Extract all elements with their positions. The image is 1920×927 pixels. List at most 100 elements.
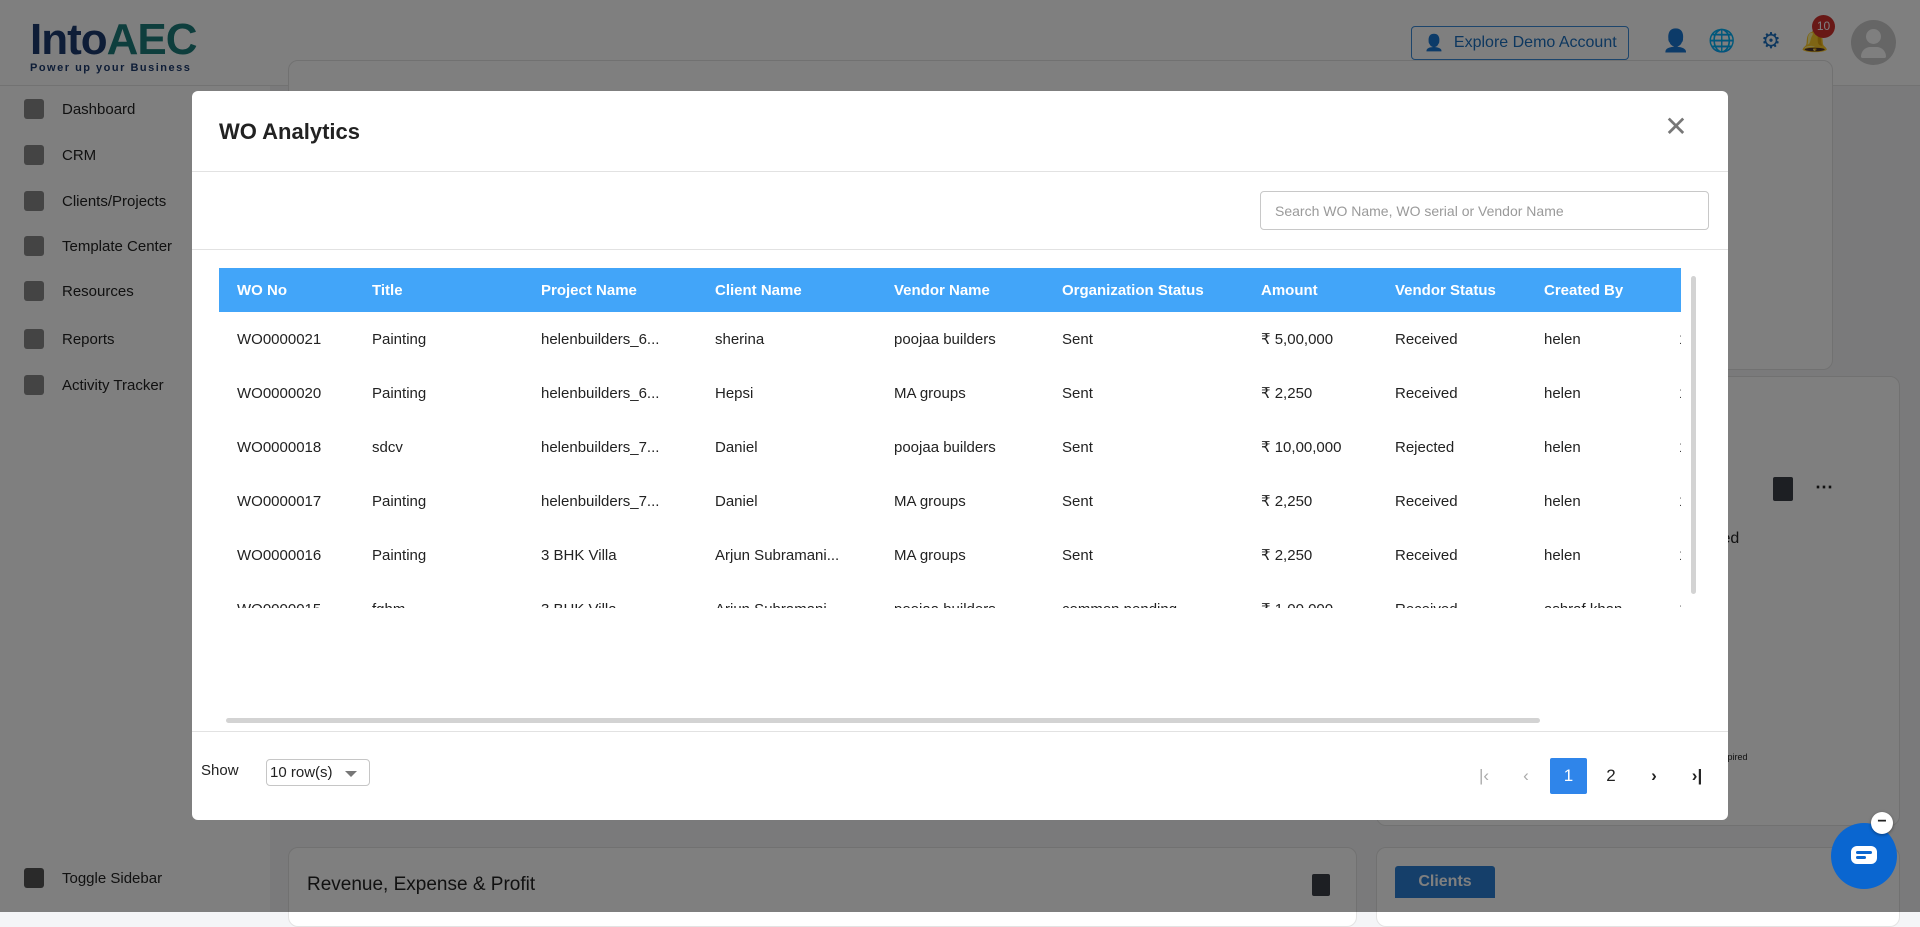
- column-header[interactable]: Client Name: [697, 268, 876, 312]
- table-cell: Arjun Subramani...: [697, 582, 876, 609]
- table-cell: Received: [1395, 330, 1458, 348]
- table-cell: ₹ 2,250: [1261, 385, 1313, 402]
- table-cell: poojaa builders: [894, 330, 996, 348]
- page-1-button[interactable]: 1: [1550, 758, 1587, 794]
- table-cell: helenbuilders_7...: [541, 492, 660, 510]
- search-input[interactable]: [1260, 191, 1709, 230]
- table-cell: helenbuilders_6...: [541, 384, 660, 402]
- table-header-row: WO No Title Project Name Client Name Vendor …: [219, 268, 1681, 312]
- table-cell: Sent: [1062, 492, 1093, 510]
- rows-per-page-value: 10 row(s): [270, 764, 333, 781]
- table-cell: Painting: [372, 492, 427, 510]
- table-cell: poojaa builders: [876, 582, 1044, 609]
- table-cell: Received: [1395, 492, 1458, 510]
- column-header[interactable]: Created By: [1526, 268, 1661, 312]
- table-cell: Rejected: [1395, 438, 1455, 456]
- table-cell: helen: [1544, 438, 1581, 456]
- table-cell: WO0000018: [237, 438, 322, 456]
- table-cell: Hepsi: [715, 384, 754, 402]
- table-cell: 3 BHK Villa: [541, 546, 617, 564]
- table-row[interactable]: WO0000018 sdcv helenbuilders_7... Daniel poo…: [219, 420, 1681, 474]
- caret-down-icon: [345, 771, 357, 777]
- column-header[interactable]: Organization Status: [1044, 268, 1243, 312]
- column-header[interactable]: Vendor Status: [1377, 268, 1526, 312]
- table-cell: Painting: [372, 330, 427, 348]
- table-cell: ₹ 2,250: [1261, 493, 1313, 510]
- column-header[interactable]: Amount: [1243, 268, 1377, 312]
- chat-icon: [1851, 846, 1877, 864]
- column-header[interactable]: WO No: [219, 268, 354, 312]
- divider: [192, 731, 1728, 732]
- chat-widget-button[interactable]: [1831, 823, 1897, 889]
- table-cell: sherina: [715, 330, 765, 348]
- table-cell: helen: [1544, 546, 1581, 564]
- table-cell: MA groups: [894, 546, 966, 564]
- table-row[interactable]: WO0000015fghm3 BHK VillaArjun Subramani.…: [219, 582, 1681, 609]
- table-cell: WO0000017: [237, 492, 322, 510]
- table-cell: WO0000015: [219, 582, 354, 609]
- table-cell: helenbuilders_6...: [541, 330, 660, 348]
- table-row[interactable]: WO0000016 Painting 3 BHK Villa Arjun Subram…: [219, 528, 1681, 582]
- divider: [192, 171, 1728, 172]
- table-cell: Sent: [1062, 384, 1093, 402]
- table-cell: 3 BHK Villa: [523, 582, 697, 609]
- table-cell: 1: [1661, 366, 1681, 420]
- table-cell: Received: [1395, 384, 1458, 402]
- table-cell: ₹ 1,00,000: [1243, 582, 1377, 608]
- divider: [192, 249, 1728, 250]
- last-page-button[interactable]: ›|: [1679, 758, 1715, 794]
- table-cell: Painting: [372, 384, 427, 402]
- table-cell: ashraf khan: [1526, 582, 1661, 609]
- column-header[interactable]: Title: [354, 268, 523, 312]
- wo-table: WO No Title Project Name Client Name Vendor …: [219, 268, 1681, 608]
- table-row[interactable]: WO0000017 Painting helenbuilders_7... Danie…: [219, 474, 1681, 528]
- table-cell: helen: [1544, 492, 1581, 510]
- close-icon[interactable]: ✕: [1662, 113, 1690, 141]
- wo-analytics-modal: WO Analytics ✕ WO NoTitleProject NameCli…: [192, 91, 1728, 820]
- column-header[interactable]: Project Name: [523, 268, 697, 312]
- table-cell: helen: [1544, 384, 1581, 402]
- table-cell: Arjun Subramani...: [715, 546, 840, 564]
- table-cell: common.pending_...: [1044, 582, 1243, 609]
- rows-per-page-select[interactable]: 10 row(s): [266, 759, 370, 786]
- next-page-button[interactable]: ›: [1636, 758, 1672, 794]
- table-cell: MA groups: [894, 492, 966, 510]
- table-cell: 1: [1661, 528, 1681, 582]
- table-cell: WO0000016: [237, 546, 322, 564]
- table-cell: Daniel: [715, 492, 758, 510]
- minimize-chat-icon[interactable]: −: [1871, 812, 1893, 834]
- table-cell: Daniel: [715, 438, 758, 456]
- column-header[interactable]: [1661, 268, 1681, 312]
- table-cell: 1: [1661, 312, 1681, 366]
- column-header[interactable]: Vendor Name: [876, 268, 1044, 312]
- table-cell: Sent: [1062, 330, 1093, 348]
- table-cell: WO0000020: [237, 384, 322, 402]
- table-cell: 1: [1661, 474, 1681, 528]
- table-cell: Received: [1377, 582, 1526, 609]
- table-cell: helenbuilders_7...: [541, 438, 660, 456]
- table-cell: MA groups: [894, 384, 966, 402]
- table-cell: ₹ 10,00,000: [1261, 439, 1342, 456]
- table-row[interactable]: WO0000020 Painting helenbuilders_6... Hepsi…: [219, 366, 1681, 420]
- table-cell: fghm: [354, 582, 523, 609]
- first-page-button[interactable]: |‹: [1466, 758, 1502, 794]
- table-cell: 1: [1661, 582, 1681, 609]
- table-cell: ₹ 5,00,000: [1261, 331, 1334, 348]
- table-cell: helen: [1544, 330, 1581, 348]
- table-cell: ₹ 2,250: [1261, 547, 1313, 564]
- table-cell: poojaa builders: [894, 438, 996, 456]
- table-cell: Sent: [1062, 546, 1093, 564]
- table-row[interactable]: WO0000021 Painting helenbuilders_6... sheri…: [219, 312, 1681, 366]
- table-cell: sdcv: [372, 438, 403, 456]
- table-cell: Painting: [372, 546, 427, 564]
- modal-title: WO Analytics: [219, 119, 360, 144]
- vertical-scrollbar[interactable]: [1691, 276, 1696, 594]
- prev-page-button[interactable]: ‹: [1508, 758, 1544, 794]
- show-label: Show: [201, 762, 239, 779]
- table-cell: WO0000021: [237, 330, 322, 348]
- horizontal-scrollbar[interactable]: [226, 718, 1540, 723]
- table-cell: 1: [1661, 420, 1681, 474]
- page-2-button[interactable]: 2: [1593, 758, 1629, 794]
- table-cell: Sent: [1062, 438, 1093, 456]
- table-cell: Received: [1395, 546, 1458, 564]
